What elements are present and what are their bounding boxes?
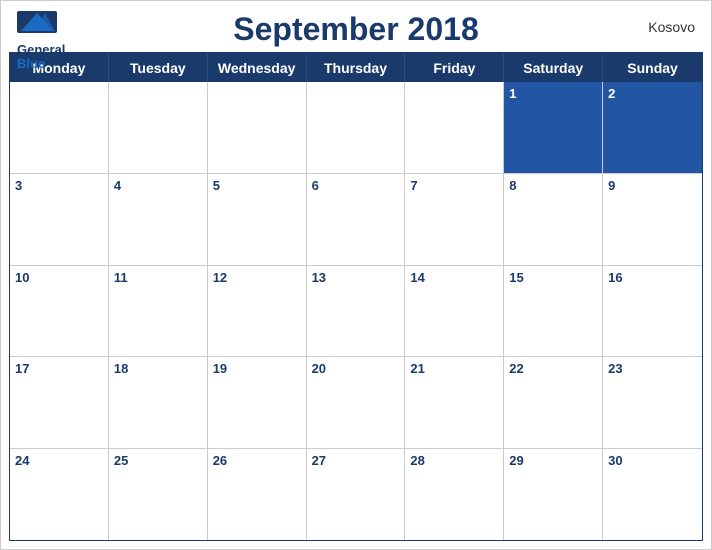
day-cell xyxy=(405,82,504,173)
day-header-wednesday: Wednesday xyxy=(208,54,307,82)
day-number: 23 xyxy=(608,361,622,376)
day-cell xyxy=(208,82,307,173)
day-number: 21 xyxy=(410,361,424,376)
day-cell: 8 xyxy=(504,174,603,265)
day-cell: 25 xyxy=(109,449,208,540)
day-number: 1 xyxy=(509,86,516,101)
day-number: 16 xyxy=(608,270,622,285)
day-header-sunday: Sunday xyxy=(603,54,702,82)
day-number: 29 xyxy=(509,453,523,468)
day-cell: 18 xyxy=(109,357,208,448)
day-cell: 16 xyxy=(603,266,702,357)
day-number: 24 xyxy=(15,453,29,468)
calendar-title: September 2018 xyxy=(233,11,478,48)
day-cell: 22 xyxy=(504,357,603,448)
calendar-container: General Blue September 2018 Kosovo Monda… xyxy=(0,0,712,550)
day-cell: 19 xyxy=(208,357,307,448)
week-row-2: 3 4 5 6 7 8 9 xyxy=(10,174,702,266)
logo-general-text: General xyxy=(17,43,65,57)
day-number: 22 xyxy=(509,361,523,376)
day-cell: 13 xyxy=(307,266,406,357)
day-cell: 30 xyxy=(603,449,702,540)
day-number: 15 xyxy=(509,270,523,285)
day-cell: 5 xyxy=(208,174,307,265)
day-number: 10 xyxy=(15,270,29,285)
day-cell: 17 xyxy=(10,357,109,448)
day-cell: 2 xyxy=(603,82,702,173)
day-number: 8 xyxy=(509,178,516,193)
day-number: 25 xyxy=(114,453,128,468)
title-area: September 2018 xyxy=(233,11,478,48)
day-number: 27 xyxy=(312,453,326,468)
day-number: 6 xyxy=(312,178,319,193)
week-row-1: 12 xyxy=(10,82,702,174)
day-number: 20 xyxy=(312,361,326,376)
day-header-tuesday: Tuesday xyxy=(109,54,208,82)
week-row-4: 17 18 19 20 21 22 23 xyxy=(10,357,702,449)
day-number: 12 xyxy=(213,270,227,285)
logo-icon xyxy=(17,11,57,41)
day-number: 19 xyxy=(213,361,227,376)
day-cell: 3 xyxy=(10,174,109,265)
day-cell: 1 xyxy=(504,82,603,173)
day-cell: 7 xyxy=(405,174,504,265)
day-cell: 28 xyxy=(405,449,504,540)
day-number: 26 xyxy=(213,453,227,468)
day-cell: 4 xyxy=(109,174,208,265)
day-cell: 14 xyxy=(405,266,504,357)
day-cell: 6 xyxy=(307,174,406,265)
day-cell: 23 xyxy=(603,357,702,448)
day-number: 9 xyxy=(608,178,615,193)
calendar-body: 1234567891011121314151617181920212223242… xyxy=(10,82,702,540)
week-row-5: 24 25 26 27 28 29 30 xyxy=(10,449,702,540)
day-header-thursday: Thursday xyxy=(307,54,406,82)
day-cell: 15 xyxy=(504,266,603,357)
day-number: 2 xyxy=(608,86,615,101)
day-cell xyxy=(10,82,109,173)
day-cell: 20 xyxy=(307,357,406,448)
logo-blue-text: Blue xyxy=(17,57,65,71)
day-cell: 26 xyxy=(208,449,307,540)
day-number: 11 xyxy=(114,270,128,285)
day-cell: 29 xyxy=(504,449,603,540)
day-cell: 24 xyxy=(10,449,109,540)
day-number: 30 xyxy=(608,453,622,468)
day-cell xyxy=(307,82,406,173)
day-header-saturday: Saturday xyxy=(504,54,603,82)
day-number: 17 xyxy=(15,361,29,376)
day-number: 14 xyxy=(410,270,424,285)
day-headers-row: MondayTuesdayWednesdayThursdayFridaySatu… xyxy=(10,54,702,82)
day-number: 4 xyxy=(114,178,121,193)
day-cell xyxy=(109,82,208,173)
day-number: 7 xyxy=(410,178,417,193)
calendar-grid: MondayTuesdayWednesdayThursdayFridaySatu… xyxy=(9,52,703,541)
logo-area: General Blue xyxy=(17,11,65,72)
day-number: 13 xyxy=(312,270,326,285)
day-number: 3 xyxy=(15,178,22,193)
day-cell: 21 xyxy=(405,357,504,448)
day-cell: 11 xyxy=(109,266,208,357)
day-cell: 12 xyxy=(208,266,307,357)
day-number: 5 xyxy=(213,178,220,193)
day-cell: 27 xyxy=(307,449,406,540)
day-cell: 10 xyxy=(10,266,109,357)
day-number: 18 xyxy=(114,361,128,376)
day-cell: 9 xyxy=(603,174,702,265)
week-row-3: 10 11 12 13 14 15 16 xyxy=(10,266,702,358)
calendar-header: General Blue September 2018 Kosovo xyxy=(1,1,711,52)
country-label: Kosovo xyxy=(648,19,695,35)
day-header-friday: Friday xyxy=(405,54,504,82)
day-number: 28 xyxy=(410,453,424,468)
